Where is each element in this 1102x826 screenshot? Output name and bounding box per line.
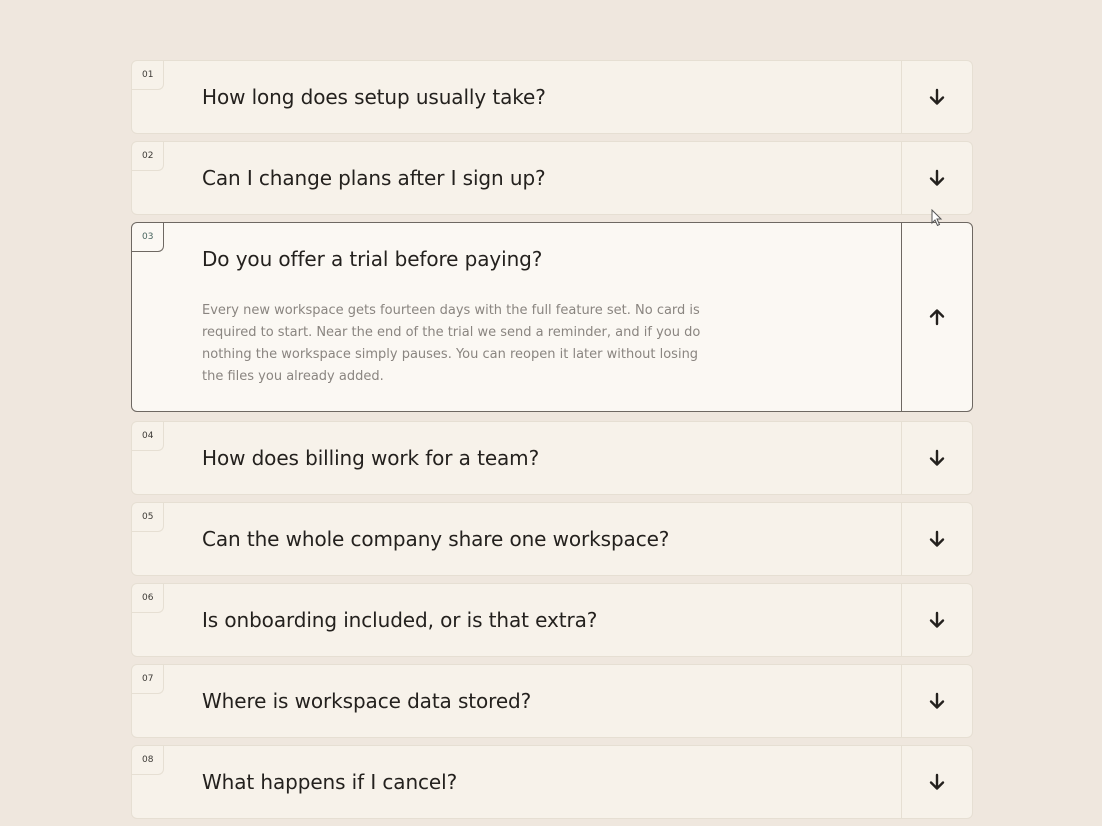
arrow-down-icon bbox=[929, 530, 945, 547]
faq-item-01[interactable]: 01 How long does setup usually take? bbox=[131, 60, 973, 134]
faq-item-06[interactable]: 06 Is onboarding included, or is that ex… bbox=[131, 583, 973, 657]
collapse-toggle-button[interactable] bbox=[901, 223, 972, 411]
faq-answer: Every new workspace gets fourteen days w… bbox=[202, 303, 701, 384]
arrow-down-icon bbox=[929, 449, 945, 466]
faq-item-08[interactable]: 08 What happens if I cancel? bbox=[131, 745, 973, 819]
mouse-cursor-icon bbox=[931, 209, 943, 227]
faq-question[interactable]: Where is workspace data stored? bbox=[202, 689, 531, 713]
faq-question[interactable]: How long does setup usually take? bbox=[202, 85, 546, 109]
item-number: 06 bbox=[131, 583, 164, 613]
arrow-down-icon bbox=[929, 611, 945, 628]
faq-question[interactable]: Do you offer a trial before paying? bbox=[202, 247, 542, 271]
item-number: 04 bbox=[131, 421, 164, 451]
expand-toggle-button[interactable] bbox=[901, 142, 972, 214]
item-number: 02 bbox=[131, 141, 164, 171]
expand-toggle-button[interactable] bbox=[901, 584, 972, 656]
item-number: 01 bbox=[131, 60, 164, 90]
faq-question[interactable]: Can the whole company share one workspac… bbox=[202, 527, 669, 551]
faq-list: 01 How long does setup usually take? 02 … bbox=[131, 60, 973, 826]
expand-toggle-button[interactable] bbox=[901, 503, 972, 575]
faq-question[interactable]: Is onboarding included, or is that extra… bbox=[202, 608, 597, 632]
arrow-down-icon bbox=[929, 773, 945, 790]
expand-toggle-button[interactable] bbox=[901, 665, 972, 737]
faq-question[interactable]: What happens if I cancel? bbox=[202, 770, 457, 794]
item-number: 08 bbox=[131, 745, 164, 775]
faq-item-07[interactable]: 07 Where is workspace data stored? bbox=[131, 664, 973, 738]
item-number: 07 bbox=[131, 664, 164, 694]
item-number: 05 bbox=[131, 502, 164, 532]
faq-item-02[interactable]: 02 Can I change plans after I sign up? bbox=[131, 141, 973, 215]
faq-item-05[interactable]: 05 Can the whole company share one works… bbox=[131, 502, 973, 576]
expand-toggle-button[interactable] bbox=[901, 746, 972, 818]
arrow-down-icon bbox=[929, 88, 945, 105]
faq-question[interactable]: Can I change plans after I sign up? bbox=[202, 166, 546, 190]
faq-question[interactable]: How does billing work for a team? bbox=[202, 446, 539, 470]
arrow-down-icon bbox=[929, 169, 945, 186]
expand-toggle-button[interactable] bbox=[901, 61, 972, 133]
faq-item-04[interactable]: 04 How does billing work for a team? bbox=[131, 421, 973, 495]
expand-toggle-button[interactable] bbox=[901, 422, 972, 494]
faq-item-03[interactable]: 03 Do you offer a trial before paying? E… bbox=[131, 222, 973, 412]
arrow-down-icon bbox=[929, 692, 945, 709]
item-number: 03 bbox=[131, 222, 164, 252]
arrow-up-icon bbox=[929, 309, 945, 326]
